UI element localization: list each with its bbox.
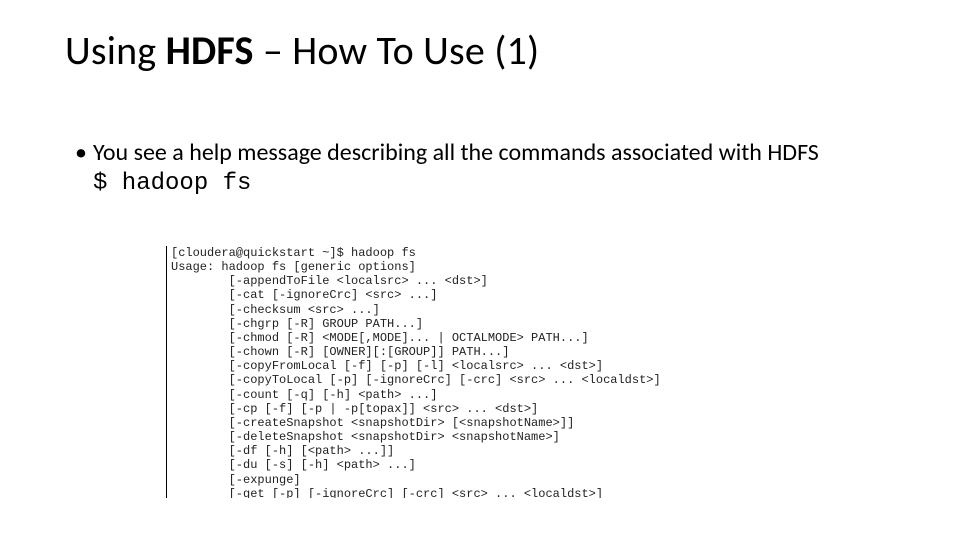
title-part-1: Using <box>65 26 166 75</box>
slide-title: Using HDFS – How To Use (1) <box>65 26 539 75</box>
bullet-block: • You see a help message describing all … <box>75 138 885 197</box>
terminal-screenshot: [cloudera@quickstart ~]$ hadoop fs Usage… <box>166 246 794 498</box>
bullet-text: You see a help message describing all th… <box>93 138 885 168</box>
terminal-output: [cloudera@quickstart ~]$ hadoop fs Usage… <box>171 246 794 498</box>
bullet-row: • You see a help message describing all … <box>75 138 885 168</box>
bullet-marker: • <box>75 138 93 168</box>
title-part-bold: HDFS <box>166 26 254 75</box>
slide: Using HDFS – How To Use (1) • You see a … <box>0 0 960 540</box>
title-part-2: – How To Use (1) <box>263 26 540 75</box>
command-line: $ hadoop fs <box>93 170 885 197</box>
